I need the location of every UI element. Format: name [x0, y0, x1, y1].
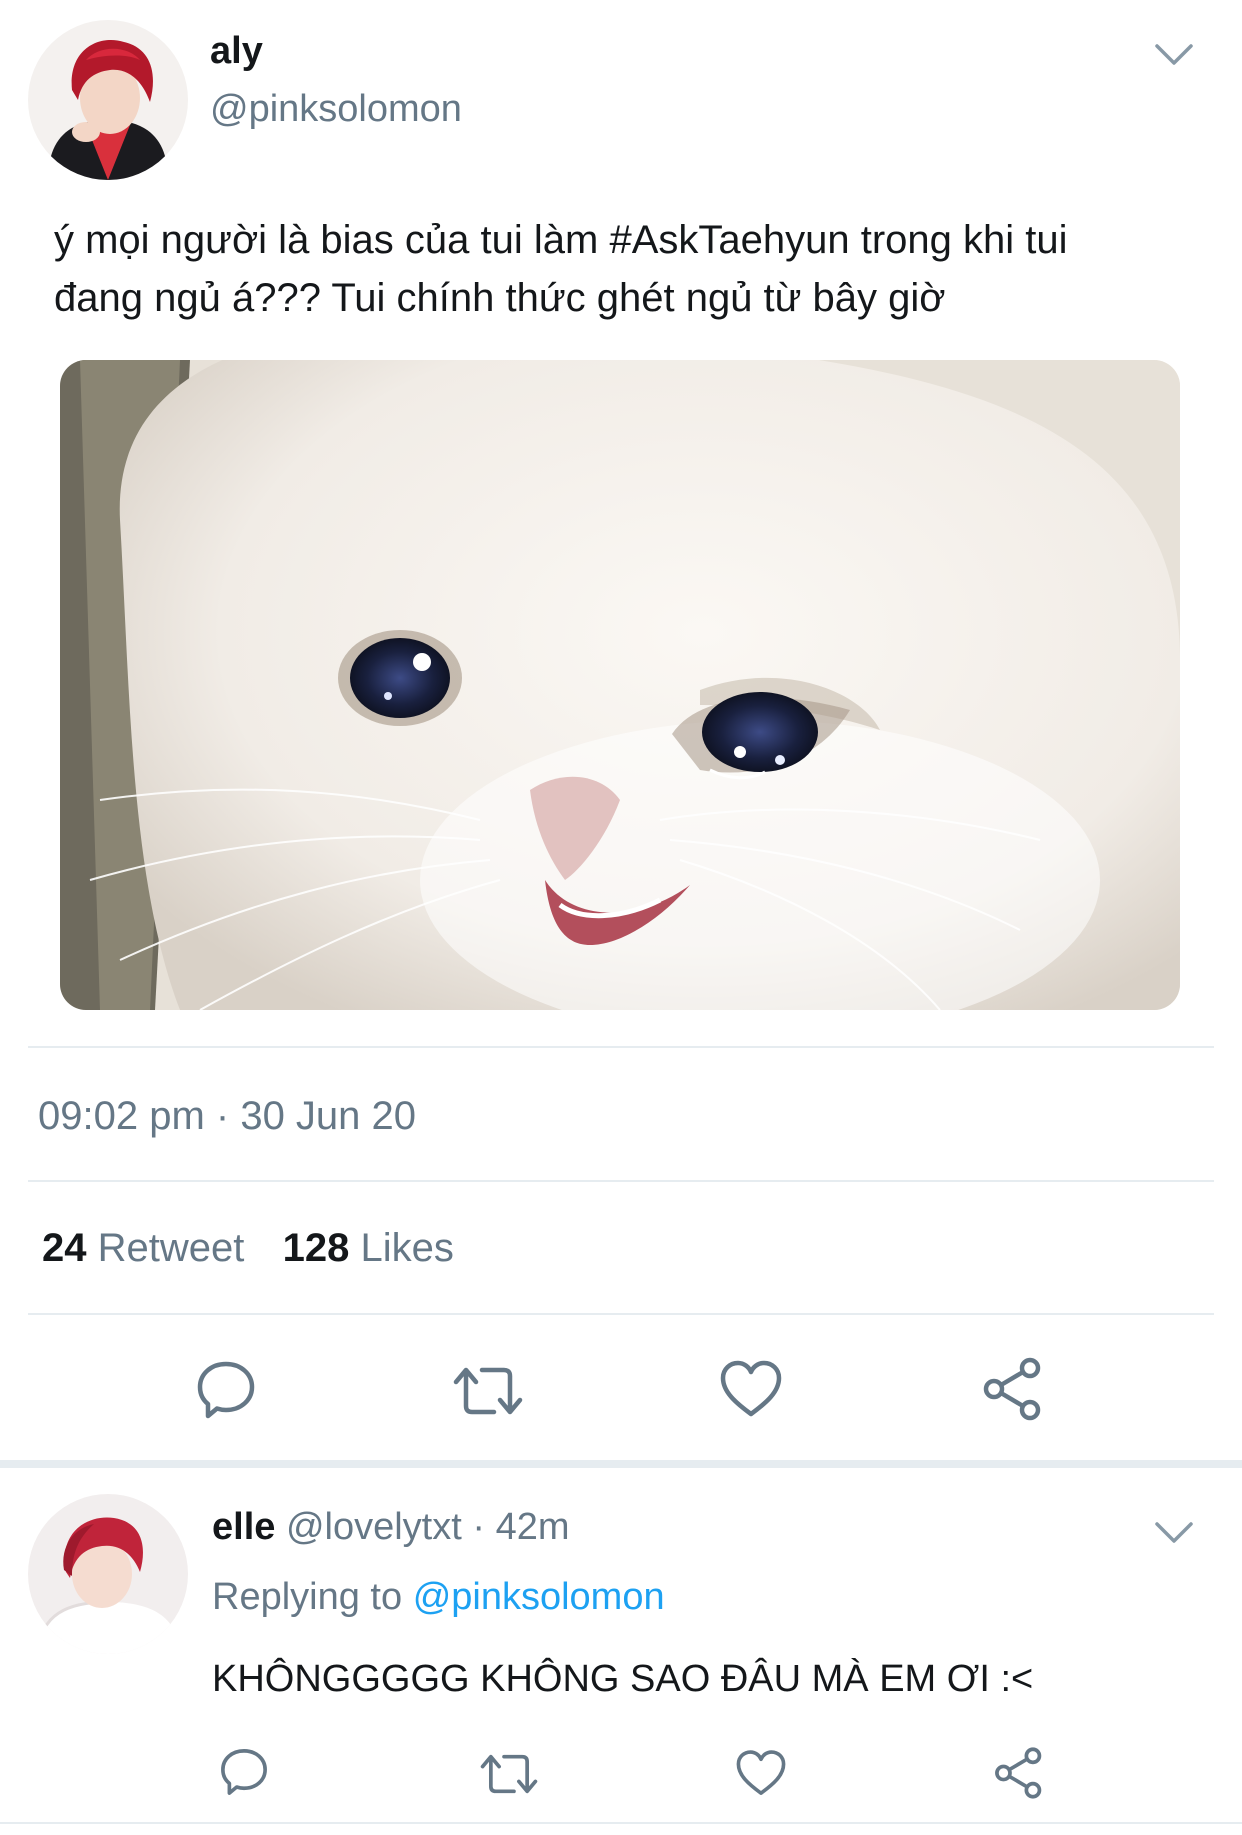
crying-cat-image[interactable] — [60, 360, 1180, 1010]
reply-action-retweet-icon[interactable] — [476, 1750, 542, 1798]
divider — [28, 1046, 1214, 1048]
retweet-count[interactable]: 24 — [42, 1226, 87, 1270]
tweet-text-line1: ý mọi người là bias của tui làm #AskTaeh… — [54, 218, 1068, 262]
reply-action-share-icon[interactable] — [992, 1746, 1046, 1800]
divider — [28, 1313, 1214, 1315]
heart-icon[interactable] — [718, 1358, 784, 1420]
reply-time[interactable]: 42m — [496, 1506, 570, 1548]
reply-icon[interactable] — [194, 1358, 258, 1422]
likes-label[interactable]: Likes — [361, 1226, 454, 1270]
reply-action-reply-icon[interactable] — [218, 1746, 270, 1798]
section-divider — [0, 1460, 1242, 1468]
replying-to-handle[interactable]: @pinksolomon — [413, 1576, 665, 1618]
tweet-timestamp[interactable]: 09:02 pm · 30 Jun 20 — [38, 1090, 416, 1142]
chevron-down-icon[interactable] — [1154, 40, 1194, 70]
reply-text: KHÔNGGGGG KHÔNG SAO ĐÂU MÀ EM ƠI :< — [212, 1658, 1034, 1700]
replying-to-line: Replying to @pinksolomon — [212, 1572, 665, 1622]
replying-to-label: Replying to — [212, 1576, 403, 1618]
author-avatar[interactable] — [28, 20, 188, 180]
likes-count[interactable]: 128 — [283, 1226, 350, 1270]
reply-author-avatar[interactable] — [28, 1494, 188, 1654]
reply-chevron-down-icon[interactable] — [1154, 1518, 1194, 1548]
retweet-label[interactable]: Retweet — [98, 1226, 245, 1270]
bottom-divider — [0, 1822, 1242, 1824]
author-display-name[interactable]: aly — [210, 28, 263, 74]
reply-separator: · — [472, 1506, 486, 1548]
tweet-stats: 24 Retweet 128 Likes — [42, 1222, 454, 1274]
retweet-icon[interactable] — [448, 1362, 528, 1420]
reply-action-heart-icon[interactable] — [734, 1748, 788, 1798]
reply-display-name[interactable]: elle — [212, 1506, 275, 1548]
share-icon[interactable] — [980, 1356, 1046, 1422]
reply-handle[interactable]: @lovelytxt — [286, 1506, 462, 1548]
tweet-text-line2: đang ngủ á??? Tui chính thức ghét ngủ từ… — [54, 276, 946, 320]
divider — [28, 1180, 1214, 1182]
author-handle[interactable]: @pinksolomon — [210, 86, 462, 132]
reply-header: elle @lovelytxt · 42m — [212, 1502, 570, 1552]
